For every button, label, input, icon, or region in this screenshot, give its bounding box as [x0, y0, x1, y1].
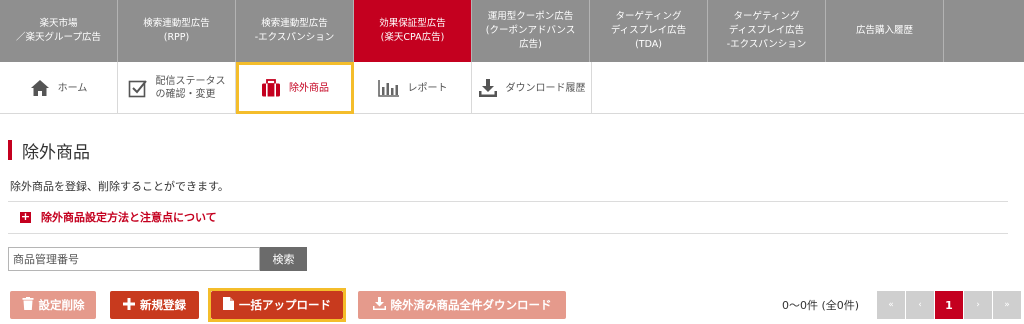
download-icon — [372, 297, 386, 313]
top-nav-rpp-expansion[interactable]: 検索連動型広告 -エクスパンション — [236, 0, 354, 62]
page-title-text: 除外商品 — [22, 142, 90, 163]
delete-settings-label: 設定削除 — [38, 298, 85, 312]
new-registration-button[interactable]: 新規登録 — [110, 291, 199, 319]
page-title: 除外商品 — [8, 139, 90, 163]
new-registration-label: 新規登録 — [140, 298, 186, 312]
plus-icon — [123, 297, 135, 313]
sub-nav-home-label: ホーム — [57, 82, 88, 94]
download-icon — [478, 78, 498, 98]
sub-nav-report-label: レポート — [407, 82, 448, 94]
bulk-upload-label: 一括アップロード — [239, 298, 331, 312]
next-page-button[interactable]: › — [964, 291, 992, 319]
sub-nav: ホーム 配信ステータス の確認・変更 除外商品 レポート ダウンロード履歴 — [0, 62, 1024, 114]
download-all-label: 除外済み商品全件ダウンロード — [390, 298, 552, 312]
first-page-button[interactable]: « — [877, 291, 905, 319]
top-nav-purchase-history[interactable]: 広告購入履歴 — [826, 0, 944, 62]
sub-nav-home[interactable]: ホーム — [0, 62, 118, 114]
file-icon — [223, 297, 234, 313]
top-nav-coupon-advance[interactable]: 運用型クーポン広告 (クーポンアドバンス 広告) — [472, 0, 590, 62]
top-nav-tda[interactable]: ターゲティング ディスプレイ広告 (TDA) — [590, 0, 708, 62]
delete-settings-button[interactable]: 設定削除 — [10, 291, 96, 319]
top-nav-filler — [944, 0, 1024, 62]
last-page-button[interactable]: » — [993, 291, 1021, 319]
product-number-input[interactable] — [8, 247, 260, 271]
sub-nav-delivery-status[interactable]: 配信ステータス の確認・変更 — [118, 62, 236, 114]
top-nav-rpp[interactable]: 検索連動型広告 (RPP) — [118, 0, 236, 62]
divider-top — [8, 201, 1008, 202]
sub-nav-excluded-label: 除外商品 — [289, 82, 329, 94]
checkbox-icon — [128, 78, 148, 98]
search-button[interactable]: 検索 — [260, 247, 307, 271]
bar-chart-icon — [377, 79, 400, 97]
top-nav-tda-expansion[interactable]: ターゲティング ディスプレイ広告 -エクスパンション — [708, 0, 826, 62]
top-nav: 楽天市場 ／楽天グループ広告 検索連動型広告 (RPP) 検索連動型広告 -エク… — [0, 0, 1024, 62]
bulk-upload-button[interactable]: 一括アップロード — [211, 291, 343, 319]
top-nav-cpa-ads[interactable]: 効果保証型広告 (楽天CPA広告) — [354, 0, 472, 62]
top-nav-rakuten-group-ads[interactable]: 楽天市場 ／楽天グループ広告 — [0, 0, 118, 62]
trash-icon — [22, 297, 34, 313]
search-bar: 検索 — [8, 247, 307, 271]
sub-nav-status-label: 配信ステータス の確認・変更 — [155, 76, 226, 100]
title-accent-bar — [8, 140, 12, 160]
suitcase-icon — [261, 79, 281, 97]
home-icon — [30, 79, 50, 97]
page-description: 除外商品を登録、削除することができます。 — [10, 180, 229, 193]
divider-bottom — [8, 233, 1008, 234]
sub-nav-excluded-items[interactable]: 除外商品 — [236, 62, 354, 114]
sub-nav-download-label: ダウンロード履歴 — [505, 82, 586, 94]
result-count: 0〜0件 (全0件) — [782, 299, 860, 312]
current-page[interactable]: 1 — [935, 291, 963, 319]
sub-nav-download-history[interactable]: ダウンロード履歴 — [472, 62, 592, 114]
plus-icon: + — [20, 209, 31, 223]
notes-link-label: 除外商品設定方法と注意点について — [41, 211, 217, 224]
sub-nav-report[interactable]: レポート — [354, 62, 472, 114]
pagination: « ‹ 1 › » — [877, 291, 1021, 319]
notes-link[interactable]: + 除外商品設定方法と注意点について — [20, 209, 217, 225]
prev-page-button[interactable]: ‹ — [906, 291, 934, 319]
download-all-excluded-button[interactable]: 除外済み商品全件ダウンロード — [358, 291, 566, 319]
